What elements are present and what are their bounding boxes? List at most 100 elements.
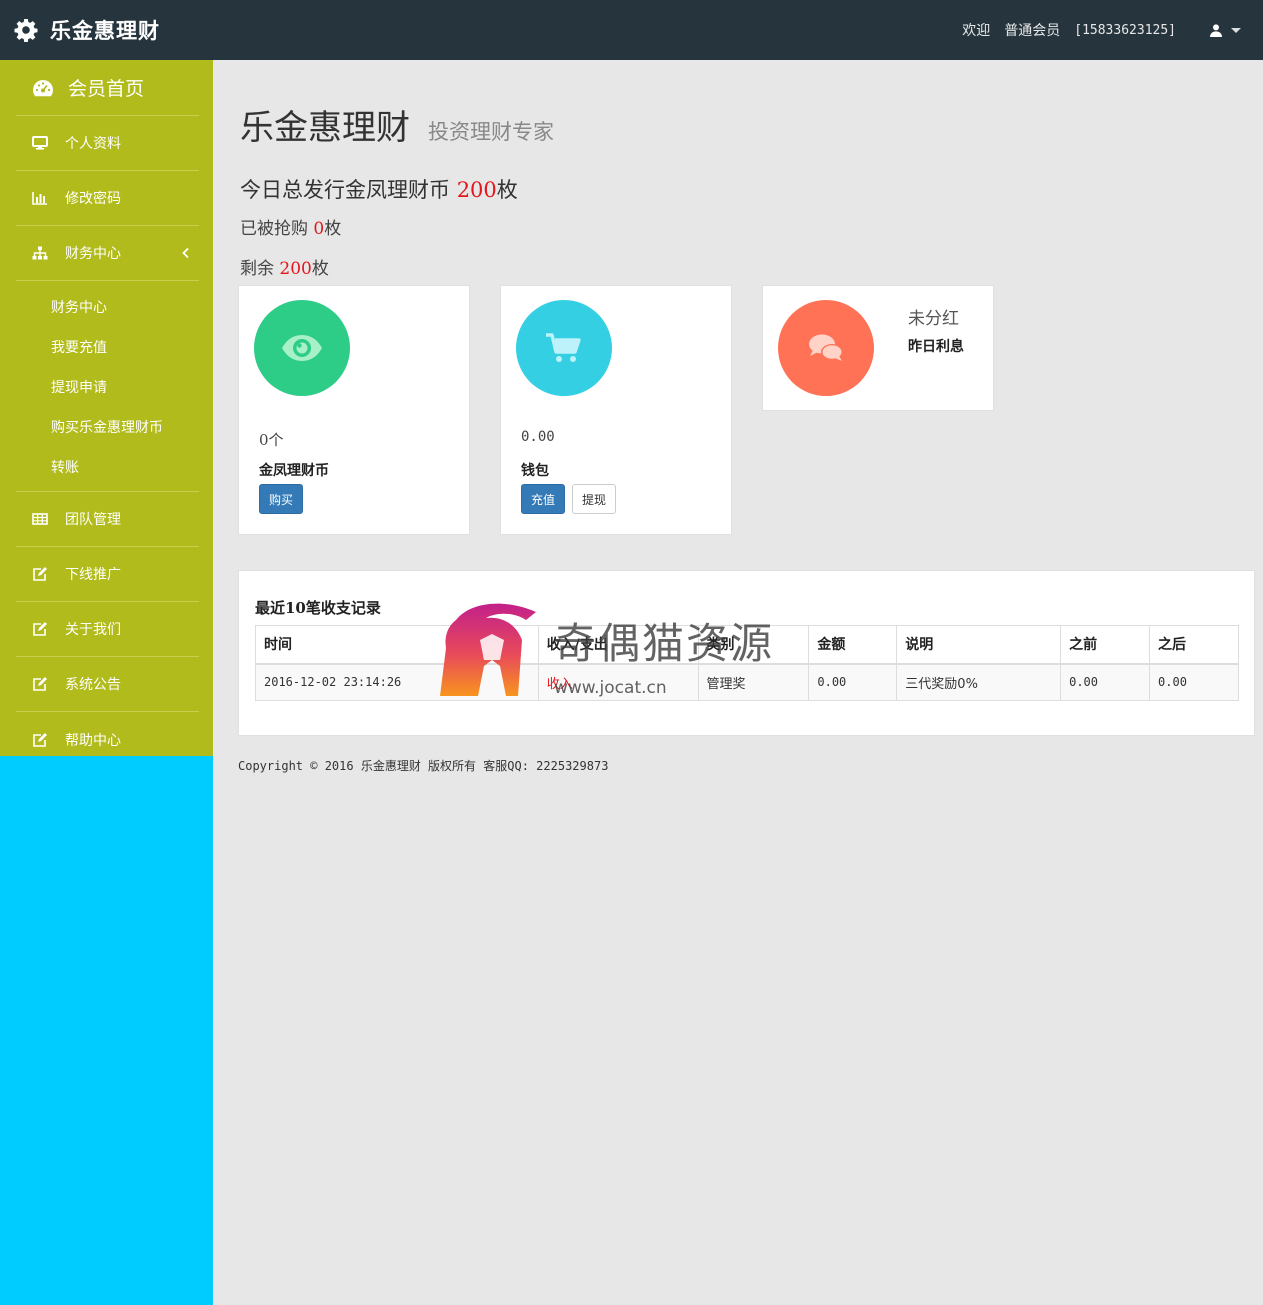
dashboard-icon <box>33 79 54 96</box>
chevron-left-icon[interactable] <box>181 247 191 259</box>
coin-actions: 购买 <box>259 484 310 514</box>
page-title: 乐金惠理财 <box>240 108 410 148</box>
recharge-button[interactable]: 充值 <box>521 484 566 514</box>
sidebar-item-label: 修改密码 <box>65 191 121 207</box>
sidebar-subitem-withdraw[interactable]: 提现申请 <box>16 367 199 407</box>
issued-stat: 今日总发行金凤理财币 200枚 <box>240 174 518 204</box>
table-cell-before: 0.00 <box>1060 663 1151 701</box>
column-header: 时间 <box>255 625 539 665</box>
dividend-label: 昨日利息 <box>908 339 964 355</box>
user-area: 欢迎 普通会员 [15833623125] <box>962 18 1263 42</box>
sidebar-subitem-transfer[interactable]: 转账 <box>16 447 199 487</box>
issued-label: 今日总发行金凤理财币 <box>240 178 457 202</box>
wallet-card: 0.00 钱包 充值 提现 <box>500 285 732 535</box>
coin-label: 金凤理财币 <box>259 463 329 479</box>
column-header: 之后 <box>1149 625 1239 665</box>
buy-button[interactable]: 购买 <box>259 484 304 514</box>
column-header: 金额 <box>808 625 898 665</box>
remaining-unit: 枚 <box>311 259 329 279</box>
remaining-value: 200 <box>279 259 312 279</box>
sidebar: 会员首页 个人资料 修改密码 财务中心 财务中心 我要充值 提现申请 购买乐金惠… <box>0 60 213 1305</box>
dividend-card: 未分红 昨日利息 <box>762 285 994 411</box>
sidebar-item-about[interactable]: 关于我们 <box>16 602 199 657</box>
sidebar-item-finance[interactable]: 财务中心 <box>16 226 199 281</box>
sidebar-item-label: 个人资料 <box>65 136 121 152</box>
records-title: 最近10笔收支记录 <box>255 599 381 617</box>
sold-value: 0 <box>313 219 325 239</box>
sitemap-icon <box>32 246 48 260</box>
table-row: 2016-12-02 23:14:26 收入 管理奖 0.00 三代奖励0% 0… <box>255 663 1239 701</box>
sidebar-item-team[interactable]: 团队管理 <box>16 492 199 547</box>
edit-icon <box>33 567 47 581</box>
sidebar-item-label: 财务中心 <box>65 246 121 262</box>
table-cell-desc: 三代奖励0% <box>896 663 1062 701</box>
column-header: 说明 <box>896 625 1062 665</box>
desktop-icon <box>32 136 48 150</box>
sidebar-item-promotion[interactable]: 下线推广 <box>16 547 199 602</box>
records-panel: 最近10笔收支记录 时间 收入/支出 类别 金额 说明 之前 之后 2016-1… <box>238 570 1255 736</box>
bar-chart-icon <box>32 192 47 205</box>
sidebar-subitem-recharge[interactable]: 我要充值 <box>16 327 199 367</box>
dividend-status: 未分红 <box>908 309 959 329</box>
withdraw-button[interactable]: 提现 <box>572 484 617 514</box>
sidebar-item-label: 关于我们 <box>65 622 121 638</box>
dividend-circle <box>778 300 874 396</box>
sold-label: 已被抢购 <box>240 219 314 239</box>
brand[interactable]: 乐金惠理财 <box>14 14 160 46</box>
records-table: 时间 收入/支出 类别 金额 说明 之前 之后 2016-12-02 23:14… <box>255 625 1239 701</box>
page-subtitle: 投资理财专家 <box>428 120 554 144</box>
wallet-actions: 充值 提现 <box>521 484 623 514</box>
page-header: 乐金惠理财 投资理财专家 <box>240 100 554 149</box>
gear-icon <box>14 19 38 42</box>
remaining-label: 剩余 <box>240 259 280 279</box>
sidebar-subitem-finance-center[interactable]: 财务中心 <box>16 287 199 327</box>
user-icon <box>1210 23 1222 37</box>
top-navbar: 乐金惠理财 欢迎 普通会员 [15833623125] <box>0 0 1263 60</box>
finance-submenu: 财务中心 我要充值 提现申请 购买乐金惠理财币 转账 <box>16 281 199 492</box>
member-phone: [15833623125] <box>1074 22 1176 38</box>
sidebar-item-notice[interactable]: 系统公告 <box>16 657 199 712</box>
footer-copyright: Copyright © 2016 乐金惠理财 版权所有 客服QQ: 222532… <box>238 759 609 773</box>
sidebar-menu: 会员首页 个人资料 修改密码 财务中心 财务中心 我要充值 提现申请 购买乐金惠… <box>0 60 213 756</box>
edit-icon <box>33 732 47 747</box>
coin-card: 0个 金凤理财币 购买 <box>238 285 470 535</box>
column-header: 之前 <box>1060 625 1151 665</box>
wallet-label: 钱包 <box>521 463 549 479</box>
table-icon <box>32 513 48 525</box>
sidebar-item-label: 下线推广 <box>65 567 121 583</box>
issued-unit: 枚 <box>496 178 518 202</box>
sidebar-item-label: 帮助中心 <box>65 732 121 749</box>
welcome-text: 欢迎 <box>962 23 991 39</box>
table-cell-type: 收入 <box>537 663 699 701</box>
sold-unit: 枚 <box>324 219 342 239</box>
table-header-row: 时间 收入/支出 类别 金额 说明 之前 之后 <box>255 625 1239 665</box>
sold-stat: 已被抢购 0枚 <box>240 214 341 239</box>
table-cell-amount: 0.00 <box>808 663 898 701</box>
brand-title: 乐金惠理财 <box>50 18 160 43</box>
sidebar-item-help[interactable]: 帮助中心 <box>16 712 199 767</box>
sidebar-item-label: 系统公告 <box>65 677 121 693</box>
eye-icon <box>282 335 322 361</box>
edit-icon <box>33 622 47 636</box>
comments-icon <box>809 334 843 361</box>
wallet-balance: 0.00 <box>521 429 555 445</box>
table-cell-time: 2016-12-02 23:14:26 <box>255 663 539 701</box>
coin-count: 0个 <box>259 431 284 449</box>
coin-circle <box>254 300 350 396</box>
user-menu-toggle[interactable] <box>1210 23 1255 37</box>
remaining-stat: 剩余 200枚 <box>240 254 329 279</box>
member-role: 普通会员 <box>1004 23 1061 39</box>
cart-icon <box>546 333 581 362</box>
sidebar-item-home[interactable]: 会员首页 <box>16 60 199 116</box>
sidebar-item-password[interactable]: 修改密码 <box>16 171 199 226</box>
caret-down-icon <box>1231 27 1241 33</box>
column-header: 类别 <box>697 625 810 665</box>
issued-value: 200 <box>456 178 497 202</box>
sidebar-item-profile[interactable]: 个人资料 <box>16 116 199 171</box>
edit-icon <box>33 677 47 691</box>
wallet-circle <box>516 300 612 396</box>
column-header: 收入/支出 <box>537 625 699 665</box>
sidebar-subitem-buy-coin[interactable]: 购买乐金惠理财币 <box>16 407 199 447</box>
table-cell-after: 0.00 <box>1149 663 1239 701</box>
sidebar-item-label: 团队管理 <box>65 512 121 528</box>
